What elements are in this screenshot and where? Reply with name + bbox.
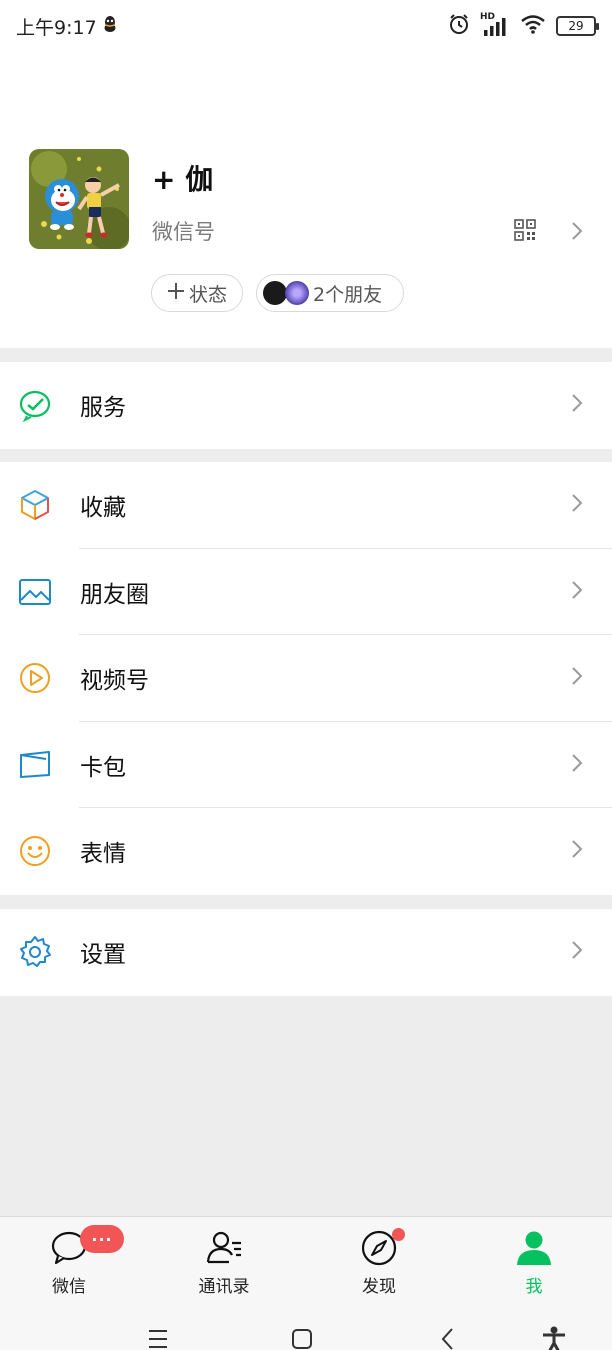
- menu-item-moments[interactable]: 朋友圈: [0, 549, 612, 636]
- status-time: 上午9:17: [16, 16, 97, 39]
- wifi-icon: [520, 14, 546, 38]
- qq-notification-icon: [103, 15, 117, 38]
- menu-item-card-wallet[interactable]: 卡包: [0, 722, 612, 809]
- chevron-right-icon: [570, 392, 584, 418]
- tab-label: 发现: [362, 1277, 396, 1297]
- system-navigation-bar: [0, 1300, 612, 1350]
- tab-label: 微信: [52, 1277, 86, 1297]
- menu-item-label: 视频号: [80, 668, 149, 695]
- status-bar: 上午9:17 HD 29: [0, 0, 612, 52]
- menu-item-label: 收藏: [80, 495, 126, 522]
- chevron-right-icon: [570, 579, 584, 605]
- tab-contacts[interactable]: 通讯录: [164, 1217, 284, 1301]
- menu-item-label: 服务: [80, 395, 126, 422]
- chevron-right-icon: [570, 939, 584, 965]
- tab-me[interactable]: 我: [474, 1217, 594, 1301]
- wechat-id-row: 微信号: [152, 216, 215, 246]
- card-wallet-icon: [18, 748, 52, 782]
- menu-item-service[interactable]: 服务: [0, 362, 612, 449]
- plus-icon: [167, 282, 185, 305]
- bottom-tab-bar: 微信 ··· 通讯录 发现 我: [0, 1216, 612, 1300]
- menu-item-label: 朋友圈: [80, 581, 149, 608]
- status-button-label: 状态: [188, 283, 227, 306]
- friend-avatar: [285, 281, 309, 305]
- menu-item-label: 卡包: [80, 754, 126, 781]
- menu-item-label: 表情: [80, 841, 126, 868]
- nickname: + 伽: [152, 163, 214, 196]
- settings-group: 设置: [0, 909, 612, 996]
- tab-discover[interactable]: 发现: [319, 1217, 439, 1301]
- menu-lines-icon[interactable]: [144, 1326, 172, 1350]
- profile-header[interactable]: + 伽 微信号 状态 2个朋友: [0, 52, 612, 348]
- chevron-right-icon: [570, 492, 584, 518]
- alarm-icon: [448, 13, 470, 39]
- avatar[interactable]: [29, 149, 129, 249]
- chevron-right-icon: [570, 752, 584, 778]
- friends-status-button[interactable]: 2个朋友: [256, 274, 404, 312]
- channels-play-icon: [18, 661, 52, 695]
- status-right: HD 29: [448, 12, 599, 39]
- wechat-id-label: 微信号: [152, 220, 215, 244]
- accessibility-icon[interactable]: [540, 1326, 568, 1350]
- chevron-right-icon: [570, 838, 584, 864]
- new-content-dot: [392, 1228, 405, 1241]
- tab-label: 通讯录: [198, 1277, 250, 1297]
- add-status-button[interactable]: 状态: [151, 274, 243, 312]
- signal-icon: HD: [480, 12, 510, 37]
- qr-code-icon[interactable]: [514, 219, 536, 241]
- wechat-pay-icon: [18, 388, 52, 423]
- sticker-smile-icon: [18, 834, 52, 868]
- menu-item-stickers[interactable]: 表情: [0, 808, 612, 895]
- menu-item-label: 设置: [80, 942, 126, 969]
- battery-level: 29: [568, 19, 584, 33]
- chevron-right-icon: [570, 220, 584, 246]
- gear-icon: [18, 935, 52, 969]
- unread-badge: ···: [80, 1225, 124, 1253]
- service-group: 服务: [0, 362, 612, 449]
- battery-indicator: 29: [556, 16, 599, 36]
- contacts-icon: [205, 1229, 243, 1267]
- home-square-icon[interactable]: [288, 1326, 316, 1350]
- menu-item-favorites[interactable]: 收藏: [0, 462, 612, 549]
- menu-item-settings[interactable]: 设置: [0, 909, 612, 996]
- friend-avatar: [263, 281, 287, 305]
- feature-group: 收藏 朋友圈 视频号 卡包 表情: [0, 462, 612, 895]
- menu-item-channels[interactable]: 视频号: [0, 635, 612, 722]
- back-arrow-icon[interactable]: [434, 1326, 462, 1350]
- chevron-right-icon: [570, 665, 584, 691]
- moments-picture-icon: [18, 575, 52, 609]
- favorites-cube-icon: [18, 488, 52, 522]
- status-left: 上午9:17: [16, 13, 117, 40]
- person-icon: [515, 1229, 553, 1267]
- tab-label: 我: [525, 1277, 543, 1297]
- friends-count-label: 2个朋友: [313, 283, 383, 306]
